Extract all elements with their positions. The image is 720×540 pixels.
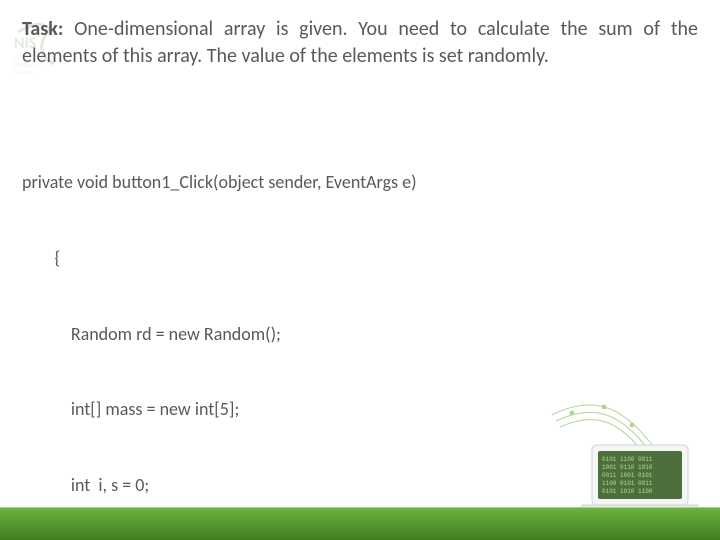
svg-text:0101 1100 0011: 0101 1100 0011 <box>602 456 653 463</box>
slide-container: NIS Nazarbayev Intellectual Schools Task… <box>0 0 720 540</box>
code-line: Random rd = new Random(); <box>22 322 682 347</box>
svg-text:1001 0110 1010: 1001 0110 1010 <box>602 464 653 471</box>
code-line: private void button1_Click(object sender… <box>22 170 682 195</box>
task-description: Task: One-dimensional array is given. Yo… <box>22 16 698 70</box>
task-label: Task: <box>22 17 63 41</box>
svg-text:0011 1001 0101: 0011 1001 0101 <box>602 472 653 479</box>
svg-text:0101 1010 1100: 0101 1010 1100 <box>602 488 653 495</box>
code-line: { <box>22 246 682 271</box>
task-text: One-dimensional array is given. You need… <box>22 17 698 68</box>
footer-bar <box>0 507 720 540</box>
svg-text:1100 0101 0011: 1100 0101 0011 <box>602 480 653 487</box>
